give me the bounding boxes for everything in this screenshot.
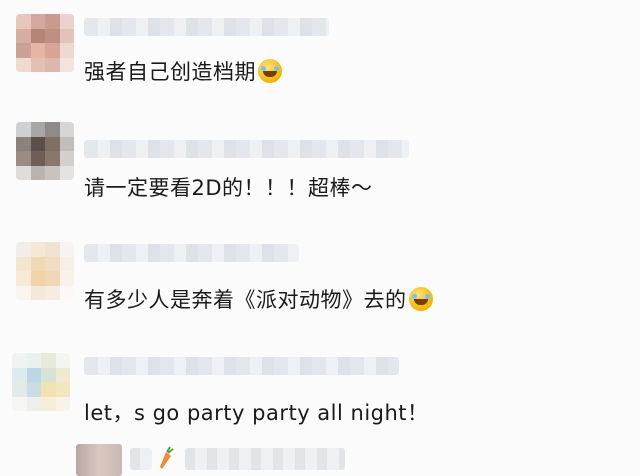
- comment-item: 请一定要看2D的！！！超棒～: [0, 110, 640, 230]
- avatar[interactable]: [76, 444, 122, 476]
- comment-item: let，s go party party all night！: [0, 345, 640, 445]
- username-blurred[interactable]: [84, 244, 299, 262]
- username-blurred[interactable]: [84, 357, 399, 375]
- comment-item: 强者自己创造档期: [0, 0, 640, 110]
- avatar[interactable]: [16, 14, 74, 72]
- comment-item: 有多少人是奔着《派对动物》去的: [0, 230, 640, 345]
- avatar[interactable]: [16, 122, 74, 180]
- comment-text: 强者自己创造档期: [84, 56, 282, 86]
- laughing-crying-emoji-icon: [258, 59, 282, 83]
- laughing-crying-emoji-icon: [408, 287, 433, 311]
- username-blurred[interactable]: [130, 448, 152, 470]
- avatar[interactable]: [12, 353, 70, 411]
- comment-text: 请一定要看2D的！！！超棒～: [84, 176, 373, 200]
- comment-text: let，s go party party all night！: [84, 401, 429, 425]
- username-blurred[interactable]: [84, 18, 329, 36]
- carrot-icon: [160, 446, 174, 469]
- username-blurred[interactable]: [84, 140, 409, 158]
- comment-item: [0, 440, 640, 476]
- comment-text: 有多少人是奔着《派对动物》去的: [84, 284, 433, 314]
- avatar[interactable]: [16, 242, 74, 300]
- username-blurred[interactable]: [185, 448, 345, 470]
